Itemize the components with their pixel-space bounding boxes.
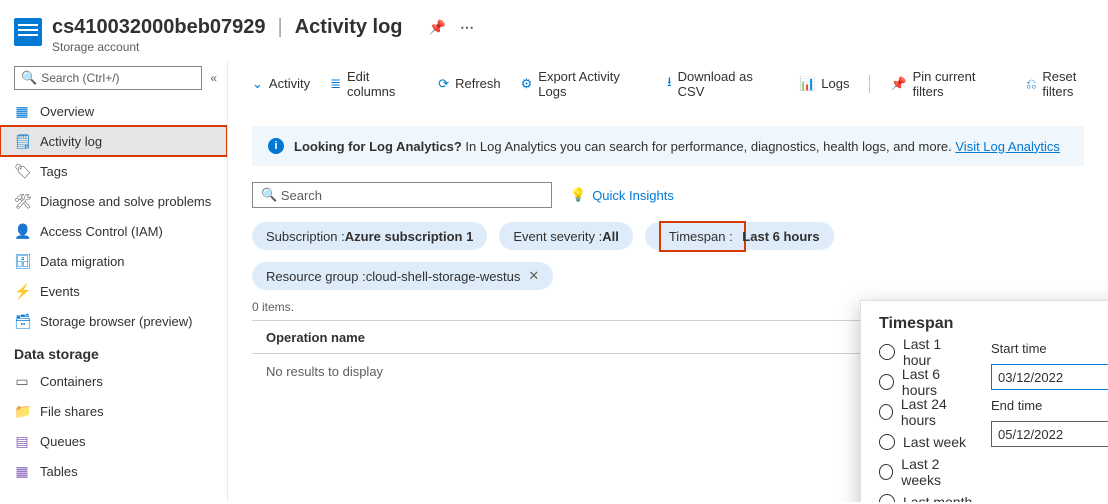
sidebar-item-diagnose[interactable]: 🛠Diagnose and solve problems [0,186,227,216]
lightbulb-icon: 💡 [570,187,586,203]
sidebar-search-input[interactable]: 🔍 Search (Ctrl+/) [14,66,202,90]
start-date-input[interactable]: 03/12/2022📅 [991,364,1108,390]
overview-icon: ▦ [14,103,30,120]
events-icon: ⚡ [14,283,30,300]
logs-icon: 📊 [799,76,815,92]
access-icon: 👤 [14,223,30,240]
activity-dropdown[interactable]: ⌄Activity [252,76,310,92]
refresh-icon: ⟳ [438,76,449,92]
info-banner: i Looking for Log Analytics? In Log Anal… [252,126,1084,166]
page-name: Activity log [295,16,403,39]
export-button[interactable]: ⚙Export Activity Logs [521,69,647,99]
containers-icon: ▭ [14,373,30,390]
info-banner-lead: Looking for Log Analytics? [294,139,462,154]
page-title: cs410032000beb07929 | Activity log 📌 ⋯ [52,16,1108,39]
radio-last-week[interactable]: Last week [879,431,973,453]
sidebar-item-data-migration[interactable]: 🗄Data migration [0,246,227,276]
more-icon[interactable]: ⋯ [460,19,474,36]
diagnose-icon: 🛠 [14,193,30,210]
info-icon: i [268,138,284,154]
radio-last-month[interactable]: Last month [879,491,973,502]
tables-icon: ▦ [14,463,30,480]
sidebar-item-tables[interactable]: ▦Tables [0,456,227,486]
filter-pill-severity[interactable]: Event severity : All [499,222,633,250]
visit-log-analytics-link[interactable]: Visit Log Analytics [955,139,1060,154]
remove-filter-icon[interactable]: ✕ [528,268,539,284]
radio-last-1-hour[interactable]: Last 1 hour [879,341,973,363]
start-time-label: Start time [991,341,1108,356]
pin-filters-button[interactable]: 📌Pin current filters [890,69,1006,99]
sidebar-section-data-storage: Data storage [0,336,227,366]
search-icon: 🔍 [21,70,37,86]
sidebar-item-queues[interactable]: ▤Queues [0,426,227,456]
logs-button[interactable]: 📊Logs [799,76,849,92]
collapse-sidebar-icon[interactable]: « [210,71,217,85]
radio-last-2-weeks[interactable]: Last 2 weeks [879,461,973,483]
sidebar-item-events[interactable]: ⚡Events [0,276,227,306]
file-shares-icon: 📁 [14,403,30,420]
sidebar-item-file-shares[interactable]: 📁File shares [0,396,227,426]
resource-type: Storage account [52,40,1108,54]
sidebar-item-overview[interactable]: ▦Overview [0,96,227,126]
sidebar-search-placeholder: Search (Ctrl+/) [41,71,119,85]
tags-icon: 🏷 [14,163,30,180]
download-csv-button[interactable]: ⭳Download as CSV [667,69,779,99]
timespan-popup: Timespan Last 1 hour Last 6 hours Last 2… [860,300,1108,502]
command-bar: ⌄Activity ≣Edit columns ⟳Refresh ⚙Export… [252,62,1108,106]
column-operation-name: Operation name [266,330,365,345]
activity-log-icon: 🗒 [14,133,30,150]
radio-last-24-hours[interactable]: Last 24 hours [879,401,973,423]
sidebar-item-containers[interactable]: ▭Containers [0,366,227,396]
timespan-label-highlight: Timespan : [659,221,746,252]
reset-icon: ⎌ [1026,76,1036,92]
radio-last-6-hours[interactable]: Last 6 hours [879,371,973,393]
popup-title: Timespan [879,315,1108,333]
chevron-down-icon: ⌄ [252,76,263,92]
resource-name: cs410032000beb07929 [52,16,266,39]
refresh-button[interactable]: ⟳Refresh [438,76,500,92]
pin-icon[interactable]: 📌 [429,19,446,36]
filter-pill-resource-group[interactable]: Resource group : cloud-shell-storage-wes… [252,262,553,290]
download-icon: ⭳ [667,73,672,95]
quick-insights-button[interactable]: 💡 Quick Insights [570,187,674,203]
data-migration-icon: 🗄 [14,253,30,270]
resource-icon [14,18,42,46]
gear-icon: ⚙ [521,76,533,92]
filter-pill-subscription[interactable]: Subscription : Azure subscription 1 [252,222,487,250]
queues-icon: ▤ [14,433,30,450]
end-date-input[interactable]: 05/12/2022📅 [991,421,1108,447]
edit-columns-button[interactable]: ≣Edit columns [330,69,418,99]
sidebar-item-access-control[interactable]: 👤Access Control (IAM) [0,216,227,246]
title-separator: | [278,16,283,39]
end-time-label: End time [991,398,1108,413]
toolbar-separator [869,75,870,93]
pin-icon: 📌 [890,76,906,92]
columns-icon: ≣ [330,76,341,92]
search-input[interactable]: 🔍 Search [252,182,552,208]
search-icon: 🔍 [261,187,277,203]
sidebar-item-tags[interactable]: 🏷Tags [0,156,227,186]
filter-pill-timespan[interactable]: Timespan : Last 6 hours [645,222,834,250]
search-placeholder: Search [281,188,322,203]
info-banner-body: In Log Analytics you can search for perf… [465,139,951,154]
storage-browser-icon: 🗃 [14,313,30,330]
reset-filters-button[interactable]: ⎌Reset filters [1026,69,1108,99]
sidebar-item-activity-log[interactable]: 🗒Activity log [0,126,227,156]
sidebar-item-storage-browser[interactable]: 🗃Storage browser (preview) [0,306,227,336]
